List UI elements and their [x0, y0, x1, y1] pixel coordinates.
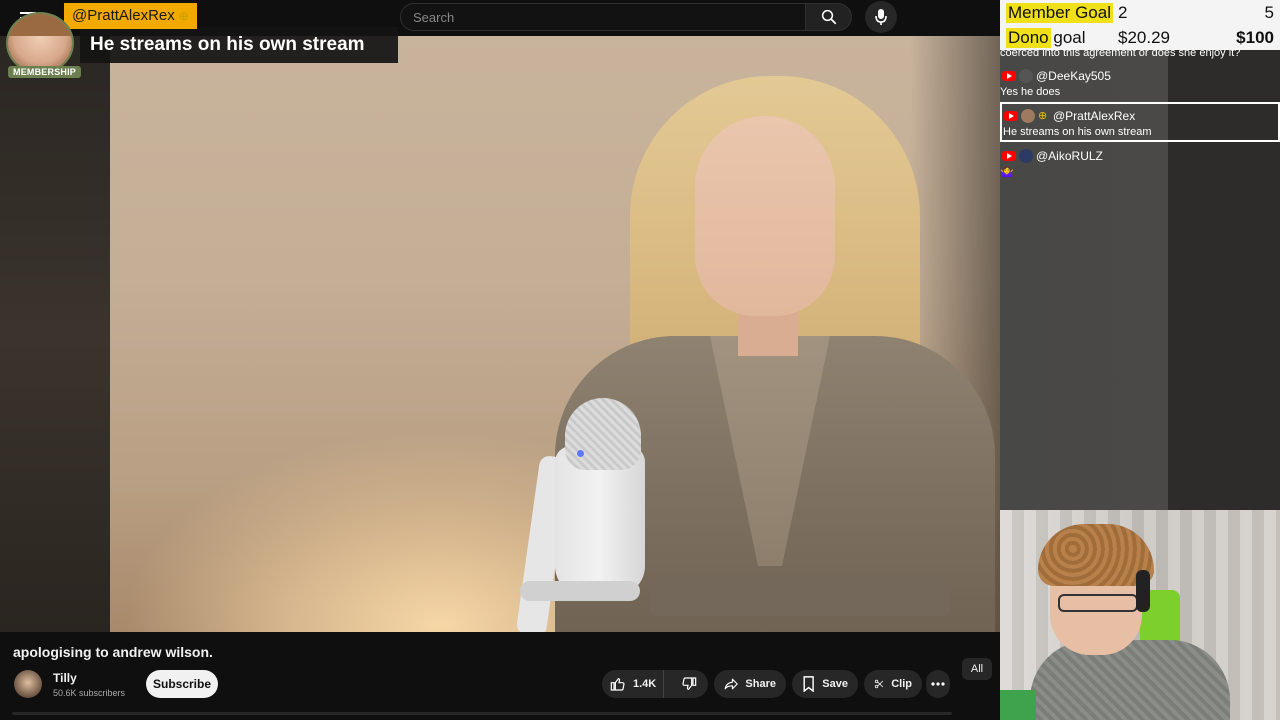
thumbs-up-icon: [610, 678, 625, 691]
share-label: Share: [745, 678, 776, 690]
chat-message-highlighted: ⊕ @PrattAlexRex He streams on his own st…: [1000, 102, 1280, 142]
stream-layout: He streams on his own stream @PrattAlexR…: [0, 0, 1280, 720]
video-player[interactable]: [110, 36, 1000, 632]
video-jacket-belt: [650, 576, 950, 616]
thumbs-down-icon: [682, 677, 697, 690]
member-badge-icon: ⊕: [178, 9, 189, 23]
webcam-green-object: [1000, 690, 1036, 720]
chat-username: @PrattAlexRex: [1053, 109, 1136, 123]
youtube-logo-icon: [1002, 71, 1016, 81]
search-box[interactable]: [400, 3, 806, 31]
webcam-streamer-sweater: [1030, 640, 1230, 720]
share-button[interactable]: Share: [714, 670, 786, 698]
member-goal-current: 2: [1118, 3, 1128, 22]
chat-text: He streams on his own stream: [1003, 126, 1152, 138]
video-person-face: [695, 116, 835, 316]
membership-label: MEMBERSHIP: [8, 66, 82, 78]
clip-label: Clip: [891, 678, 912, 690]
webcam-headset: [1136, 570, 1150, 612]
featured-chat-username: @PrattAlexRex: [72, 7, 175, 24]
search-button[interactable]: [806, 3, 852, 31]
left-background-strip: [0, 36, 112, 632]
chat-text: 🤷‍♀️: [1000, 166, 1014, 178]
channel-name[interactable]: Tilly: [53, 671, 77, 685]
featured-chat-username-tag: @PrattAlexRex ⊕: [64, 3, 197, 29]
filter-chip-all[interactable]: All: [962, 658, 992, 680]
save-button[interactable]: Save: [792, 670, 858, 698]
subscriber-count: 50.6K subscribers: [53, 688, 126, 698]
more-horizontal-icon: [931, 682, 945, 686]
bookmark-icon: [803, 676, 814, 692]
video-mic-base: [520, 581, 640, 601]
save-label: Save: [822, 678, 848, 690]
search-input[interactable]: [401, 4, 805, 30]
streamer-webcam: [1000, 510, 1280, 720]
member-goal-label: Member Goal: [1006, 3, 1113, 23]
featured-chat-popup: He streams on his own stream @PrattAlexR…: [0, 0, 400, 88]
subscribe-button[interactable]: Subscribe: [146, 670, 218, 698]
like-dislike-group: 1.4K: [602, 670, 708, 698]
clip-button[interactable]: Clip: [864, 670, 922, 698]
featured-chat-message: He streams on his own stream: [80, 27, 398, 63]
like-button[interactable]: 1.4K: [602, 670, 664, 698]
chat-text: Yes he does: [1000, 86, 1061, 98]
chat-avatar: [1019, 149, 1033, 163]
chat-cut-line: coerced into this agreement or does she …: [1000, 47, 1241, 59]
youtube-logo-icon: [1002, 151, 1016, 161]
member-goal-target: 5: [1264, 3, 1274, 22]
more-actions-button[interactable]: [926, 670, 950, 698]
chat-username: @AikoRULZ: [1036, 149, 1103, 163]
dislike-button[interactable]: [671, 670, 708, 698]
youtube-logo-icon: [1004, 111, 1018, 121]
video-info-bar: apologising to andrew wilson. Tilly 50.6…: [0, 632, 1000, 720]
webcam-glasses: [1058, 594, 1138, 612]
chat-message: @AikoRULZ 🤷‍♀️: [1000, 148, 1280, 180]
like-count: 1.4K: [633, 678, 657, 690]
bottom-divider: [12, 712, 952, 715]
share-icon: [724, 678, 738, 690]
member-goal-row: Member Goal 2 5: [1006, 1, 1274, 25]
video-title: apologising to andrew wilson.: [13, 644, 213, 660]
featured-chat-avatar: [6, 12, 74, 74]
microphone-icon: [875, 9, 887, 25]
dono-goal-label: Dono goal: [1006, 28, 1088, 48]
goals-widget: Member Goal 2 5 Dono goal $20.29 $100: [1000, 0, 1280, 50]
dono-goal-target: $100: [1236, 28, 1274, 47]
chat-messages: coerced into this agreement or does she …: [1000, 46, 1280, 186]
dono-goal-current: $20.29: [1118, 28, 1170, 47]
chat-avatar: [1021, 109, 1035, 123]
chat-avatar: [1019, 69, 1033, 83]
scissors-icon: [874, 679, 884, 689]
chat-message: @DeeKay505 Yes he does: [1000, 68, 1280, 100]
search-icon: [821, 9, 836, 25]
voice-search-button[interactable]: [865, 1, 897, 33]
video-microphone-grille: [565, 398, 641, 470]
member-badge-icon: ⊕: [1038, 110, 1048, 122]
video-mic-led: [577, 450, 584, 457]
chat-username: @DeeKay505: [1036, 69, 1111, 83]
channel-avatar[interactable]: [14, 670, 42, 698]
